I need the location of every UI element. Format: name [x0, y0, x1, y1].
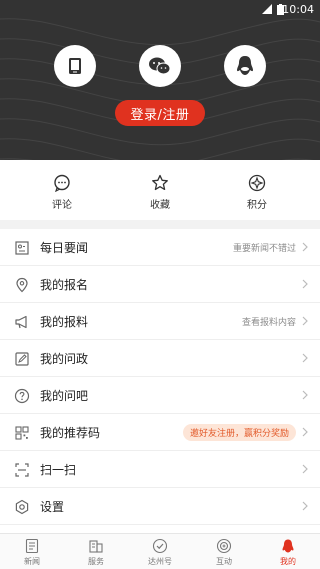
scan-icon [15, 463, 29, 477]
chevron-right-icon [302, 316, 308, 326]
check-circle-icon [152, 538, 168, 554]
profile-icon [282, 539, 294, 553]
login-register-button[interactable]: 登录/注册 [115, 100, 205, 126]
menu-item-title: 我的报料 [40, 315, 89, 329]
tab-label: 服务 [88, 557, 104, 566]
points-icon [248, 174, 266, 192]
qq-icon [237, 56, 253, 75]
quick-actions: 评论 收藏 积分 [0, 160, 320, 220]
menu-item-hint: 查看报料内容 [241, 318, 296, 328]
bottom-tab-bar: 新闻 服务 达州号 互动 我的 [0, 533, 320, 569]
tab-label: 新闻 [24, 557, 40, 566]
tab-dazhou-hao[interactable]: 达州号 [128, 538, 192, 567]
daily-news-icon [15, 241, 29, 255]
wechat-login-button[interactable] [139, 45, 181, 87]
chevron-right-icon [302, 390, 308, 400]
tab-label: 互动 [216, 557, 232, 566]
qq-login-button[interactable] [224, 45, 266, 87]
question-icon [14, 388, 30, 404]
tab-label: 达州号 [148, 557, 172, 566]
menu-item-hint: 重要新闻不错过 [232, 244, 296, 254]
menu-item-title: 设置 [40, 500, 65, 514]
phone-login-button[interactable] [54, 45, 96, 87]
status-time: 10:04 [282, 3, 314, 16]
tab-news[interactable]: 新闻 [0, 538, 64, 567]
menu-item-title: 我的问吧 [40, 389, 89, 403]
points-action[interactable]: 积分 [227, 174, 287, 211]
menu-item-my-signups[interactable]: 我的报名 [0, 266, 320, 303]
menu-item-referral-code[interactable]: 我的推荐码 邀好友注册，赢积分奖励 [0, 414, 320, 451]
phone-icon [69, 58, 81, 74]
menu-item-my-inquiries[interactable]: 我的问政 [0, 340, 320, 377]
megaphone-icon [15, 315, 27, 329]
tab-interaction[interactable]: 互动 [192, 538, 256, 567]
menu-item-daily-news[interactable]: 每日要闻 重要新闻不错过 [0, 229, 320, 266]
profile-screen: 10:04 登录/注册 评论 收藏 积分 每日要闻 重要新闻不错过 我的报名 我… [0, 0, 320, 569]
menu-item-title: 每日要闻 [40, 241, 89, 255]
favorites-action[interactable]: 收藏 [130, 174, 190, 211]
news-icon [25, 538, 39, 554]
tab-service[interactable]: 服务 [64, 538, 128, 567]
location-icon [16, 277, 28, 293]
settings-icon [15, 499, 29, 515]
chevron-right-icon [302, 353, 308, 363]
tab-label: 我的 [280, 557, 296, 566]
star-icon [152, 174, 168, 191]
menu-item-settings[interactable]: 设置 [0, 488, 320, 525]
referral-promo-badge: 邀好友注册，赢积分奖励 [182, 424, 296, 441]
menu-item-title: 我的问政 [40, 352, 89, 366]
menu-item-title: 我的推荐码 [40, 426, 101, 440]
qrcode-icon [15, 426, 29, 440]
menu-item-my-questions[interactable]: 我的问吧 [0, 377, 320, 414]
menu-item-title: 扫一扫 [40, 463, 77, 477]
profile-header: 10:04 登录/注册 [0, 0, 320, 160]
quick-action-label: 评论 [52, 200, 72, 211]
status-bar: 10:04 [0, 0, 320, 20]
wechat-icon [149, 57, 171, 75]
section-divider [0, 220, 320, 229]
service-icon [89, 540, 103, 553]
comments-action[interactable]: 评论 [32, 174, 92, 211]
chevron-right-icon [302, 464, 308, 474]
chevron-right-icon [302, 427, 308, 437]
quick-action-label: 收藏 [150, 200, 170, 211]
menu-list: 每日要闻 重要新闻不错过 我的报名 我的报料 查看报料内容 我的问政 我的问吧 … [0, 229, 320, 525]
quick-action-label: 积分 [247, 200, 267, 211]
menu-item-title: 我的报名 [40, 278, 89, 292]
chevron-right-icon [302, 279, 308, 289]
chevron-right-icon [302, 242, 308, 252]
menu-item-scan[interactable]: 扫一扫 [0, 451, 320, 488]
menu-item-my-reports[interactable]: 我的报料 查看报料内容 [0, 303, 320, 340]
comment-icon [54, 174, 70, 192]
edit-icon [15, 352, 29, 366]
chevron-right-icon [302, 501, 308, 511]
signal-icon [262, 4, 272, 14]
interaction-icon [216, 538, 232, 554]
tab-profile[interactable]: 我的 [256, 538, 320, 567]
